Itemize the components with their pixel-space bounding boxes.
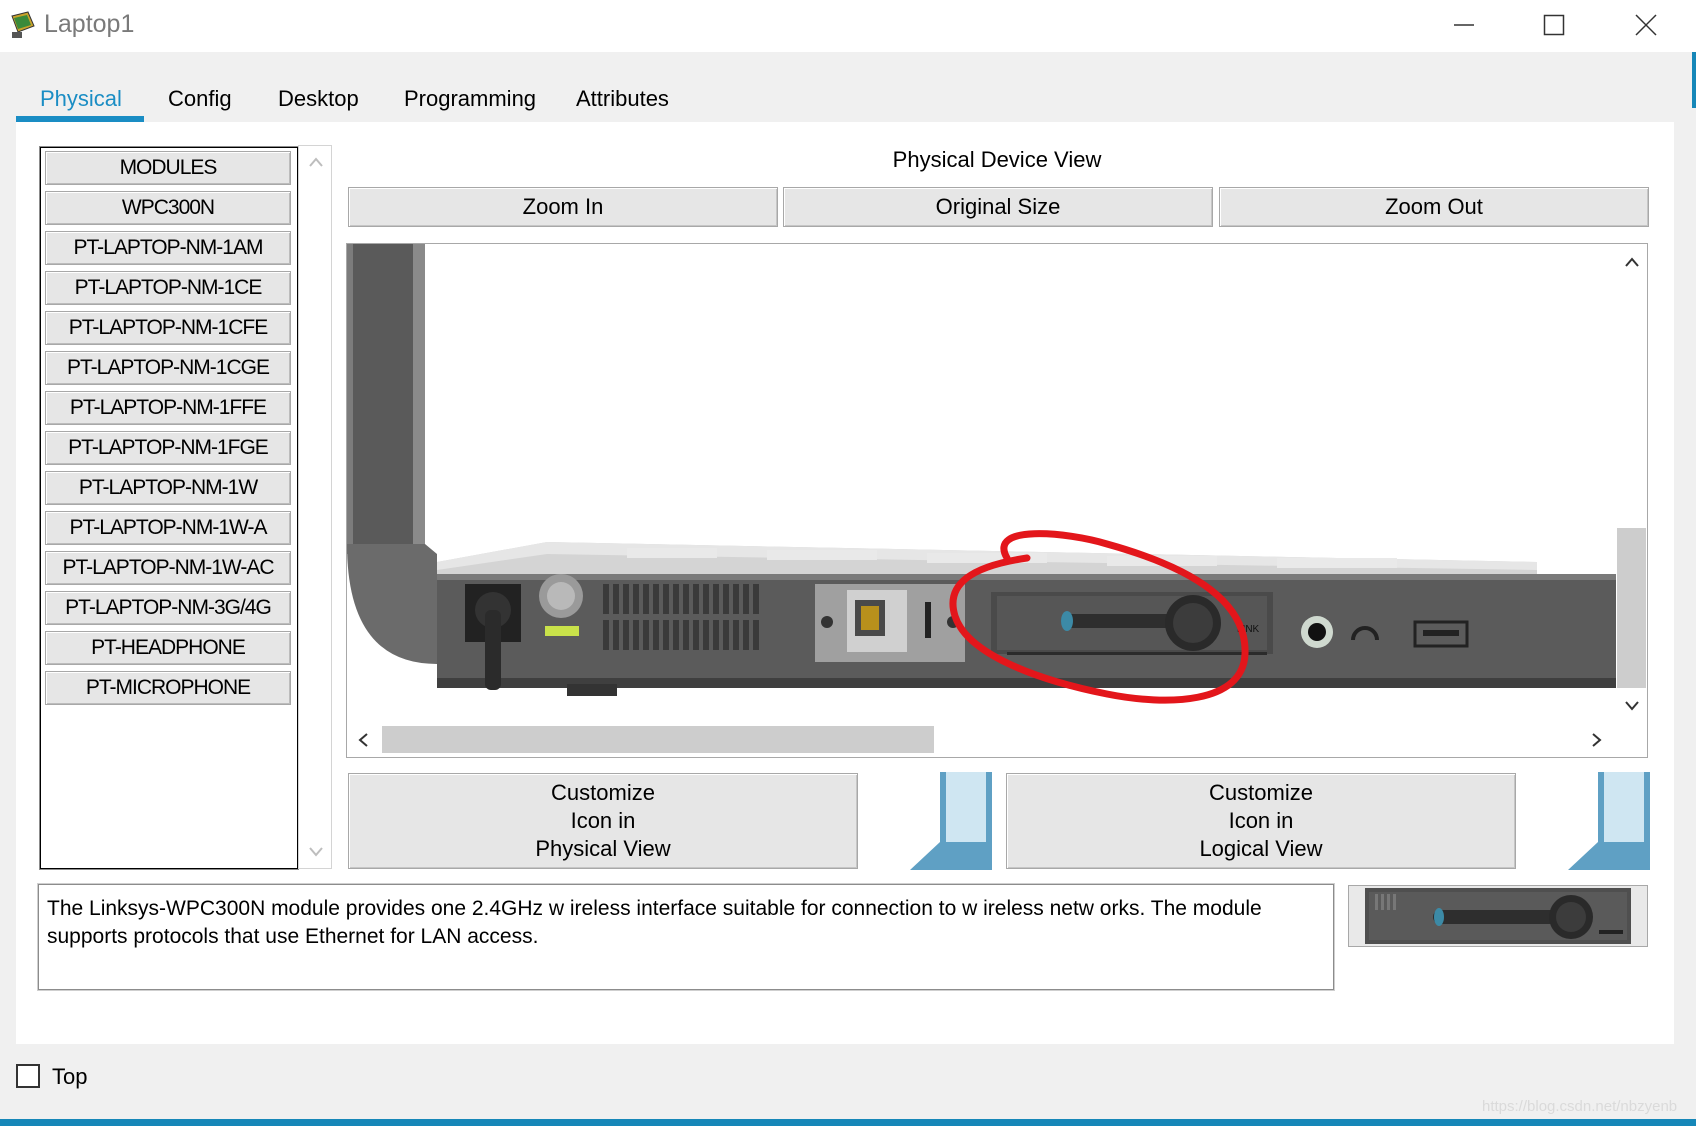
window-bottom-edge	[0, 1119, 1696, 1126]
button-line: Icon in	[1228, 808, 1294, 833]
top-checkbox[interactable]	[16, 1064, 40, 1088]
device-viewport[interactable]: LINK	[346, 243, 1648, 758]
window-title: Laptop1	[44, 10, 135, 38]
laptop-side-view: LINK	[347, 244, 1647, 704]
module-item[interactable]: WPC300N	[45, 191, 291, 225]
tab-attributes[interactable]: Attributes	[576, 86, 669, 112]
customize-logical-icon-button[interactable]: Customize Icon in Logical View	[1006, 773, 1516, 869]
original-size-button[interactable]: Original Size	[783, 187, 1213, 227]
physical-device-view-title: Physical Device View	[892, 147, 1102, 172]
chevron-up-icon[interactable]	[1624, 256, 1640, 268]
zoom-out-button[interactable]: Zoom Out	[1219, 187, 1649, 227]
module-item[interactable]: PT-LAPTOP-NM-1AM	[45, 231, 291, 265]
module-item[interactable]: MODULES	[45, 151, 291, 185]
module-description: The Linksys-WPC300N module provides one …	[37, 883, 1335, 991]
module-item[interactable]: PT-LAPTOP-NM-1W-A	[45, 511, 291, 545]
horizontal-scroll-thumb[interactable]	[382, 726, 934, 753]
module-item[interactable]: PT-LAPTOP-NM-1CE	[45, 271, 291, 305]
maximize-button[interactable]	[1508, 0, 1600, 50]
chevron-down-icon[interactable]	[308, 846, 324, 858]
module-item[interactable]: PT-LAPTOP-NM-1W	[45, 471, 291, 505]
module-item[interactable]: PT-HEADPHONE	[45, 631, 291, 665]
chevron-left-icon[interactable]	[357, 732, 369, 748]
button-line: Physical View	[535, 836, 671, 861]
module-preview-image	[1348, 885, 1648, 947]
maximize-icon	[1543, 14, 1565, 36]
logical-icon-preview	[1568, 772, 1650, 870]
watermark: https://blog.csdn.net/nbzyenb	[1482, 1098, 1678, 1115]
chevron-up-icon[interactable]	[308, 156, 324, 168]
module-item[interactable]: PT-LAPTOP-NM-1FGE	[45, 431, 291, 465]
module-item[interactable]: PT-LAPTOP-NM-3G/4G	[45, 591, 291, 625]
module-list: MODULES WPC300N PT-LAPTOP-NM-1AM PT-LAPT…	[39, 146, 299, 870]
module-list-scrollbar[interactable]	[298, 145, 332, 869]
button-line: Logical View	[1199, 836, 1323, 861]
close-button[interactable]	[1600, 0, 1692, 50]
module-item[interactable]: PT-MICROPHONE	[45, 671, 291, 705]
physical-icon-preview	[910, 772, 992, 870]
tab-desktop[interactable]: Desktop	[278, 86, 359, 112]
module-item[interactable]: PT-LAPTOP-NM-1CFE	[45, 311, 291, 345]
close-icon	[1635, 14, 1657, 36]
vertical-scroll-thumb[interactable]	[1617, 528, 1646, 688]
tab-bar: Physical Config Desktop Programming Attr…	[16, 76, 694, 122]
chevron-right-icon[interactable]	[1591, 732, 1603, 748]
tab-config[interactable]: Config	[168, 86, 232, 112]
app-icon	[11, 11, 35, 38]
window-edge	[1692, 52, 1696, 108]
minimize-button[interactable]	[1418, 0, 1510, 50]
tab-physical[interactable]: Physical	[40, 86, 122, 112]
chevron-down-icon[interactable]	[1624, 700, 1640, 712]
top-checkbox-label: Top	[52, 1064, 88, 1089]
module-item[interactable]: PT-LAPTOP-NM-1W-AC	[45, 551, 291, 585]
title-bar: Laptop1	[0, 0, 1696, 52]
button-line: Customize	[551, 780, 655, 805]
zoom-in-button[interactable]: Zoom In	[348, 187, 778, 227]
button-line: Icon in	[570, 808, 636, 833]
module-item[interactable]: PT-LAPTOP-NM-1CGE	[45, 351, 291, 385]
module-item[interactable]: PT-LAPTOP-NM-1FFE	[45, 391, 291, 425]
customize-physical-icon-button[interactable]: Customize Icon in Physical View	[348, 773, 858, 869]
button-line: Customize	[1209, 780, 1313, 805]
minimize-icon	[1454, 24, 1474, 26]
tab-programming[interactable]: Programming	[404, 86, 536, 112]
